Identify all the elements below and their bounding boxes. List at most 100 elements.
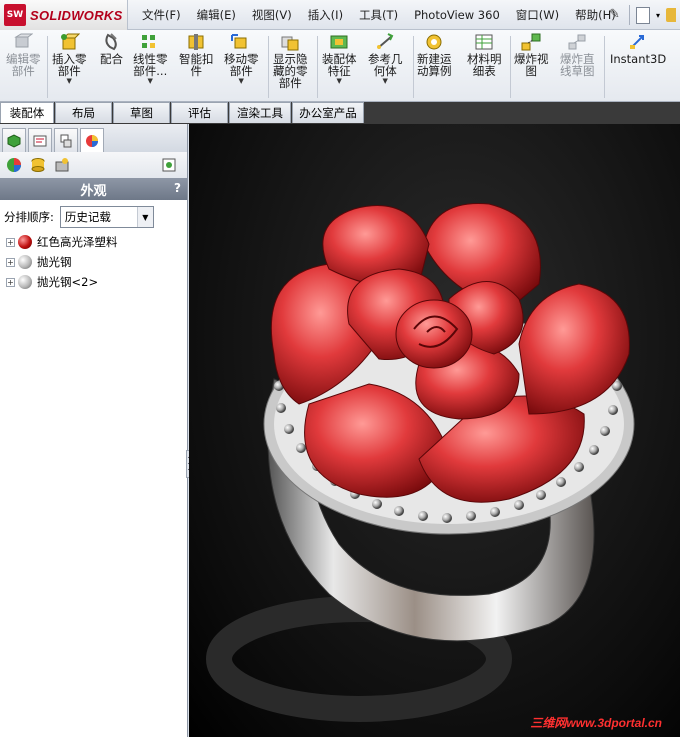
- move-component-button[interactable]: 移动零 部件 ▼: [224, 32, 259, 86]
- graphics-area[interactable]: 三维网www.3dportal.cn: [189, 124, 680, 737]
- open-folder-icon[interactable]: [666, 8, 676, 22]
- expand-icon[interactable]: +: [6, 277, 15, 287]
- show-hidden-components-button[interactable]: 显示隐 藏的零 部件: [273, 32, 308, 89]
- explode-line-sketch-button[interactable]: 爆炸直 线草图: [560, 32, 595, 77]
- watermark-text: 三维网www.3dportal.cn: [530, 716, 662, 730]
- exploded-view-label-2: 图: [525, 64, 538, 78]
- tree-item-label: 抛光钢<2>: [37, 275, 99, 289]
- tab-assembly[interactable]: 装配体: [0, 102, 54, 123]
- new-motion-study-button[interactable]: 新建运 动算例: [417, 32, 452, 77]
- decals-view-button[interactable]: [28, 155, 48, 175]
- appearances-icon: [7, 158, 21, 172]
- show-hidden-label-3: 部件: [278, 76, 302, 90]
- red-appearance-ball-icon: [18, 235, 32, 249]
- smart-fastener-label-2: 件: [190, 64, 203, 78]
- pane-options-button[interactable]: [159, 155, 179, 175]
- menu-file[interactable]: 文件(F): [142, 7, 181, 23]
- sort-order-value: 历史记载: [64, 210, 111, 224]
- linear-pattern-button[interactable]: 线性零 部件... ▼: [133, 32, 168, 86]
- linear-pattern-icon: [139, 32, 161, 52]
- reference-geometry-dropdown-icon[interactable]: ▼: [383, 77, 388, 86]
- appearance-ball-icon: [86, 134, 98, 147]
- smart-fastener-button[interactable]: 智能扣 件: [179, 32, 214, 77]
- exploded-view-button[interactable]: 爆炸视 图: [514, 32, 549, 77]
- assembly-features-dropdown-icon[interactable]: ▼: [337, 77, 342, 86]
- help-icon[interactable]: ?: [174, 181, 181, 195]
- appearances-view-button[interactable]: [4, 155, 24, 175]
- tab-sketch[interactable]: 草图: [113, 102, 170, 123]
- edit-component-button[interactable]: 编辑零 部件: [6, 32, 41, 77]
- reference-geometry-button[interactable]: 参考几 何体 ▼: [368, 32, 403, 86]
- tab-layout[interactable]: 布局: [55, 102, 112, 123]
- new-dropdown-icon[interactable]: ▾: [656, 11, 660, 20]
- appearance-tree: + 红色高光泽塑料 + 抛光钢 + 抛光钢<2>: [0, 232, 187, 292]
- main-menu: 文件(F) 编辑(E) 视图(V) 插入(I) 工具(T) PhotoView …: [134, 0, 624, 30]
- menu-right-tools: ✎ ▾: [609, 0, 680, 30]
- scene-lights-view-button[interactable]: [52, 155, 72, 175]
- bom-label-2: 细表: [472, 64, 496, 78]
- menu-window[interactable]: 窗口(W): [516, 7, 559, 23]
- property-manager-tab[interactable]: [28, 128, 52, 152]
- decal-icon: [31, 158, 45, 172]
- new-motion-study-label-2: 动算例: [417, 64, 452, 78]
- expand-icon[interactable]: +: [6, 257, 15, 267]
- mate-icon: [101, 32, 123, 52]
- menu-edit[interactable]: 编辑(E): [197, 7, 236, 23]
- chevron-down-icon: ▼: [136, 207, 153, 227]
- linear-pattern-dropdown-icon[interactable]: ▼: [148, 77, 153, 86]
- assembly-feature-icon: [328, 32, 350, 52]
- insert-component-label-2: 部件: [57, 64, 81, 78]
- feature-manager-tab[interactable]: [2, 128, 26, 152]
- bill-of-materials-button[interactable]: 材料明 细表: [467, 32, 502, 77]
- insert-component-dropdown-icon[interactable]: ▼: [67, 77, 72, 86]
- steel-appearance-ball-icon: [18, 275, 32, 289]
- options-icon: [162, 158, 176, 172]
- sort-order-row: 分排顺序: 历史记载 ▼: [0, 202, 187, 232]
- reference-geometry-label-2: 何体: [373, 64, 397, 78]
- edit-component-icon: [12, 32, 34, 52]
- linear-pattern-label-2: 部件...: [133, 64, 168, 78]
- assembly-features-button[interactable]: 装配体 特征 ▼: [322, 32, 357, 86]
- menu-photoview[interactable]: PhotoView 360: [414, 8, 500, 22]
- instant3d-label: Instant3D: [610, 52, 667, 66]
- bom-icon: [473, 32, 495, 52]
- manager-pane: 外观 ? 分排顺序: 历史记载 ▼ + 红色高光泽塑料 + 抛光钢 + 抛光钢<…: [0, 124, 188, 737]
- property-icon: [33, 135, 47, 146]
- new-motion-study-icon: [423, 32, 445, 52]
- pin-icon[interactable]: ✎: [609, 8, 623, 22]
- edit-component-label-2: 部件: [11, 64, 35, 78]
- instant3d-icon: [627, 32, 649, 52]
- exploded-view-icon: [520, 32, 542, 52]
- new-document-icon[interactable]: [635, 6, 650, 24]
- move-component-dropdown-icon[interactable]: ▼: [239, 77, 244, 86]
- menu-bar: SW SOLIDWORKS 文件(F) 编辑(E) 视图(V) 插入(I) 工具…: [0, 0, 680, 30]
- tree-item-polished-steel[interactable]: + 抛光钢: [0, 252, 187, 272]
- explode-line-sketch-label-2: 线草图: [560, 64, 595, 78]
- tab-evaluate[interactable]: 评估: [171, 102, 228, 123]
- tree-item-polished-steel-2[interactable]: + 抛光钢<2>: [0, 272, 187, 292]
- move-component-label-2: 部件: [229, 64, 253, 78]
- configuration-manager-tab[interactable]: [54, 128, 78, 152]
- appearance-panel-header: 外观 ?: [0, 178, 187, 200]
- tab-render-tools[interactable]: 渲染工具: [229, 102, 291, 123]
- tree-item-red-plastic[interactable]: + 红色高光泽塑料: [0, 232, 187, 252]
- menu-tools[interactable]: 工具(T): [359, 7, 398, 23]
- panel-title: 外观: [80, 183, 107, 199]
- tab-office-products[interactable]: 办公室产品: [292, 102, 364, 123]
- mate-label: 配合: [100, 52, 123, 66]
- sort-order-select[interactable]: 历史记载 ▼: [59, 206, 154, 228]
- display-manager-tab[interactable]: [80, 128, 104, 152]
- solidworks-logo[interactable]: SW SOLIDWORKS: [0, 0, 128, 30]
- smart-fastener-icon: [185, 32, 207, 52]
- mate-button[interactable]: 配合: [100, 32, 123, 65]
- expand-icon[interactable]: +: [6, 237, 15, 247]
- menu-view[interactable]: 视图(V): [252, 7, 292, 23]
- instant3d-button[interactable]: Instant3D: [610, 32, 666, 65]
- insert-component-button[interactable]: 插入零 部件 ▼: [52, 32, 87, 86]
- feature-tree-icon: [7, 133, 21, 148]
- manager-pane-tabs: [0, 124, 187, 152]
- menu-insert[interactable]: 插入(I): [308, 7, 343, 23]
- rose-ring-model: [206, 203, 635, 722]
- tree-item-label: 抛光钢: [37, 255, 72, 269]
- show-hidden-icon: [279, 32, 301, 52]
